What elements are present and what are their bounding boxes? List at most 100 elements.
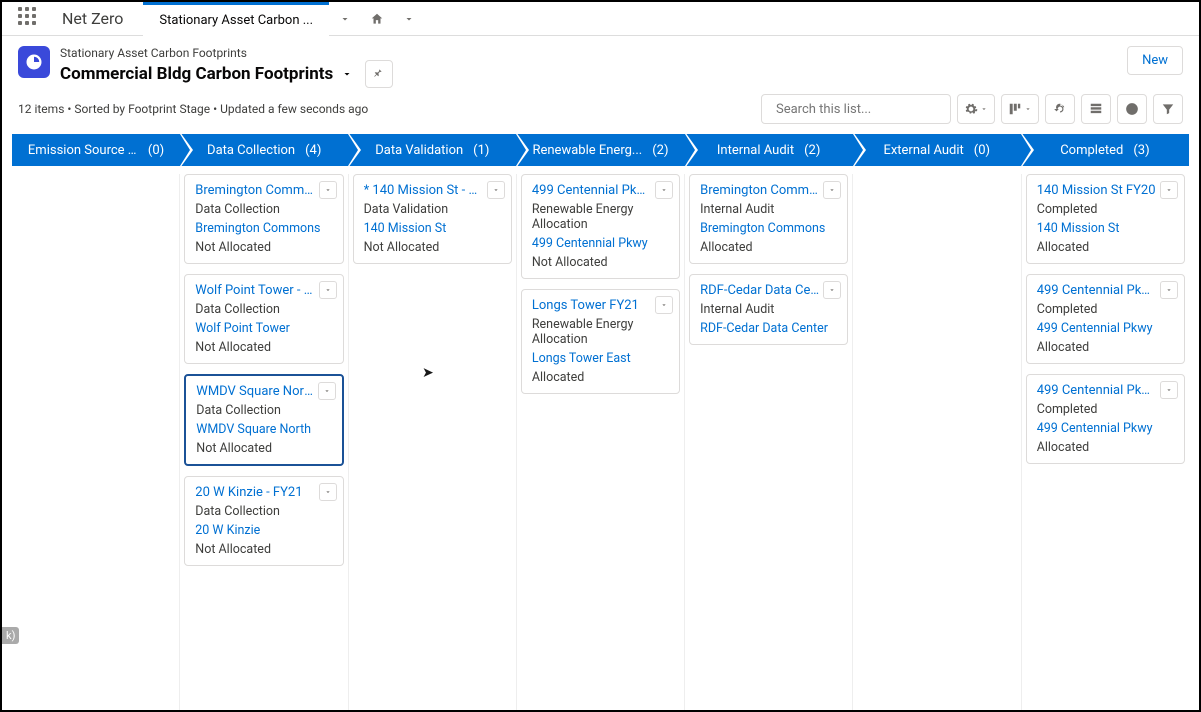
kanban-card[interactable]: Longs Tower FY21Renewable Energy Allocat… — [521, 289, 680, 394]
kanban-path: Emission Source ...(0)Data Collection(4)… — [12, 134, 1189, 166]
nav-tab-label: Stationary Asset Carbon ... — [159, 13, 313, 28]
home-dropdown-icon[interactable] — [393, 2, 425, 36]
listview-switcher[interactable]: Commercial Bldg Carbon Footprints — [60, 60, 393, 88]
kanban-card[interactable]: 499 Centennial Pkwy ...Completed499 Cent… — [1026, 274, 1185, 364]
card-stage: Internal Audit — [700, 302, 837, 317]
path-stage-count: (2) — [652, 143, 668, 158]
card-allocation: Not Allocated — [195, 340, 332, 355]
display-as-button[interactable] — [1001, 94, 1039, 124]
tab-dropdown-icon[interactable] — [329, 2, 361, 36]
kanban-card[interactable]: 20 W Kinzie - FY21Data Collection20 W Ki… — [184, 476, 343, 566]
card-title-link[interactable]: * 140 Mission St - FY21 — [364, 183, 501, 198]
path-stage-count: (0) — [974, 143, 990, 158]
card-asset-link[interactable]: Bremington Commons — [700, 221, 837, 236]
card-title-link[interactable]: Bremington Common... — [700, 183, 837, 198]
kanban-card[interactable]: WMDV Square North ...Data CollectionWMDV… — [184, 374, 343, 466]
card-menu-button[interactable] — [487, 181, 505, 199]
path-stage-label: Renewable Energ... — [532, 143, 642, 158]
card-allocation: Allocated — [1037, 440, 1174, 455]
card-title-link[interactable]: 140 Mission St FY20 — [1037, 183, 1174, 198]
global-header: Net Zero Stationary Asset Carbon ... — [2, 2, 1199, 36]
card-allocation: Not Allocated — [364, 240, 501, 255]
path-stage-count: (3) — [1133, 143, 1149, 158]
path-stage[interactable]: Emission Source ...(0) — [12, 134, 180, 166]
kanban-column[interactable]: Bremington Common... Data Collection Bremi… — [180, 174, 348, 712]
card-allocation: Not Allocated — [195, 542, 332, 557]
card-title-link[interactable]: WMDV Square North ... — [196, 384, 331, 399]
card-menu-button[interactable] — [1160, 181, 1178, 199]
filter-button[interactable] — [1153, 94, 1183, 124]
card-allocation: Allocated — [1037, 240, 1174, 255]
home-icon[interactable] — [361, 2, 393, 36]
card-asset-link[interactable]: 140 Mission St — [1037, 221, 1174, 236]
search-input[interactable] — [776, 102, 942, 117]
path-stage-label: External Audit — [883, 143, 963, 158]
card-title-link[interactable]: RDF-Cedar Data Cent... — [700, 283, 837, 298]
card-asset-link[interactable]: 140 Mission St — [364, 221, 501, 236]
path-stage[interactable]: Data Validation(1) — [348, 134, 516, 166]
refresh-button[interactable] — [1045, 94, 1075, 124]
card-menu-button[interactable] — [655, 181, 673, 199]
kanban-column[interactable] — [12, 174, 180, 712]
list-settings-button[interactable] — [957, 94, 995, 124]
path-stage[interactable]: Data Collection(4) — [180, 134, 348, 166]
corner-badge: k) — [2, 627, 19, 644]
card-stage: Data Collection — [195, 302, 332, 317]
app-launcher-icon[interactable] — [18, 7, 42, 31]
kanban-card[interactable]: 499 Centennial Pkwy ...Renewable Energy … — [521, 174, 680, 279]
card-asset-link[interactable]: WMDV Square North — [196, 422, 331, 437]
card-asset-link[interactable]: 499 Centennial Pkwy — [1037, 421, 1174, 436]
path-stage[interactable]: Renewable Energ... (2) — [516, 134, 684, 166]
card-asset-link[interactable]: 499 Centennial Pkwy — [1037, 321, 1174, 336]
kanban-column[interactable] — [853, 174, 1021, 712]
card-menu-button[interactable] — [318, 382, 336, 400]
card-asset-link[interactable]: 499 Centennial Pkwy — [532, 236, 669, 251]
kanban-card[interactable]: Bremington Common...Internal AuditBremin… — [689, 174, 848, 264]
pin-button[interactable] — [365, 60, 393, 88]
card-title-link[interactable]: Bremington Common... — [195, 183, 332, 198]
card-menu-button[interactable] — [1160, 281, 1178, 299]
kanban-card[interactable]: RDF-Cedar Data Cent... Internal Audit RDF-… — [689, 274, 848, 345]
chart-button[interactable] — [1117, 94, 1147, 124]
kanban-column[interactable]: Bremington Common... Internal Audit Bremin… — [685, 174, 853, 712]
card-menu-button[interactable] — [319, 281, 337, 299]
kanban-card[interactable]: Wolf Point Tower - FY... Data Collection W… — [184, 274, 343, 364]
card-menu-button[interactable] — [319, 181, 337, 199]
path-stage[interactable]: Completed(3) — [1021, 134, 1189, 166]
card-menu-button[interactable] — [823, 181, 841, 199]
card-asset-link[interactable]: Longs Tower East — [532, 351, 669, 366]
card-stage: Completed — [1037, 402, 1174, 417]
path-stage-label: Data Validation — [375, 143, 463, 158]
edit-inline-button[interactable] — [1081, 94, 1111, 124]
card-allocation: Allocated — [700, 240, 837, 255]
card-asset-link[interactable]: 20 W Kinzie — [195, 523, 332, 538]
object-icon — [18, 46, 50, 78]
card-menu-button[interactable] — [1160, 381, 1178, 399]
kanban-card[interactable]: * 140 Mission St - FY21Data Validation14… — [353, 174, 512, 264]
card-title-link[interactable]: 499 Centennial Pkwy ... — [532, 183, 669, 198]
card-title-link[interactable]: 499 Centennial Pkwy ... — [1037, 383, 1174, 398]
kanban-card[interactable]: Bremington Common...Data CollectionBremi… — [184, 174, 343, 264]
card-asset-link[interactable]: Wolf Point Tower — [195, 321, 332, 336]
card-asset-link[interactable]: Bremington Commons — [195, 221, 332, 236]
card-menu-button[interactable] — [823, 281, 841, 299]
card-asset-link[interactable]: RDF-Cedar Data Center — [700, 321, 837, 336]
card-title-link[interactable]: Wolf Point Tower - FY... — [195, 283, 332, 298]
new-button[interactable]: New — [1127, 46, 1183, 75]
card-menu-button[interactable] — [319, 483, 337, 501]
kanban-column[interactable]: * 140 Mission St - FY21Data Validation14… — [349, 174, 517, 712]
kanban-column[interactable]: 499 Centennial Pkwy ...Renewable Energy … — [517, 174, 685, 712]
card-title-link[interactable]: 20 W Kinzie - FY21 — [195, 485, 332, 500]
path-stage[interactable]: External Audit (0) — [853, 134, 1021, 166]
card-title-link[interactable]: Longs Tower FY21 — [532, 298, 669, 313]
kanban-card[interactable]: 140 Mission St FY20Completed140 Mission … — [1026, 174, 1185, 264]
search-box[interactable] — [761, 94, 951, 124]
filter-icon — [1161, 102, 1175, 116]
cursor-indicator: ➤ — [422, 365, 434, 381]
nav-tab-stationary-asset[interactable]: Stationary Asset Carbon ... — [143, 2, 329, 36]
kanban-column[interactable]: 140 Mission St FY20 Completed 140 Mission … — [1022, 174, 1189, 712]
card-menu-button[interactable] — [655, 296, 673, 314]
kanban-card[interactable]: 499 Centennial Pkwy ... Completed 499 Cent… — [1026, 374, 1185, 464]
path-stage[interactable]: Internal Audit(2) — [685, 134, 853, 166]
card-title-link[interactable]: 499 Centennial Pkwy ... — [1037, 283, 1174, 298]
